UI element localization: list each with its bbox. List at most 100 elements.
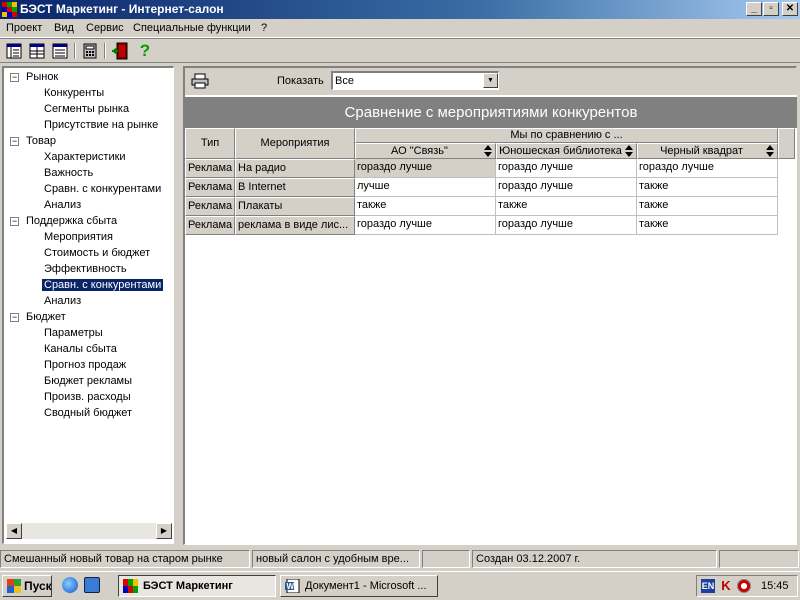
- taskbar-item-best-marketing[interactable]: БЭСТ Маркетинг: [118, 575, 276, 597]
- show-filter-dropdown[interactable]: Все ▼: [331, 71, 499, 90]
- collapse-icon[interactable]: −: [10, 313, 19, 322]
- row-type-cell[interactable]: Реклама: [185, 216, 235, 235]
- comparison-cell[interactable]: гораздо лучше: [355, 159, 496, 178]
- sort-icon[interactable]: [766, 145, 774, 157]
- tree-item[interactable]: Конкуренты: [4, 86, 172, 102]
- menu-help[interactable]: ?: [261, 22, 267, 34]
- tree-item[interactable]: Прогноз продаж: [4, 358, 172, 374]
- tree-item[interactable]: Анализ: [4, 294, 172, 310]
- tree-item-label: Бюджет рекламы: [44, 375, 133, 387]
- comparison-cell[interactable]: гораздо лучше: [496, 159, 637, 178]
- comparison-cell[interactable]: гораздо лучше: [496, 216, 637, 235]
- print-icon[interactable]: [191, 73, 209, 89]
- column-header-competitor[interactable]: АО "Связь": [355, 143, 496, 159]
- table-view-icon[interactable]: [28, 42, 46, 60]
- row-type-cell[interactable]: Реклама: [185, 197, 235, 216]
- comparison-cell[interactable]: гораздо лучше: [637, 159, 778, 178]
- menu-special-functions[interactable]: Специальные функции: [133, 22, 251, 34]
- tree-item[interactable]: Каналы сбыта: [4, 342, 172, 358]
- menu-view[interactable]: Вид: [54, 22, 74, 34]
- collapse-icon[interactable]: −: [10, 217, 19, 226]
- tree-group[interactable]: − Рынок: [4, 70, 172, 86]
- comparison-cell[interactable]: также: [637, 216, 778, 235]
- tree-item-label: Анализ: [44, 295, 82, 307]
- status-extra: [719, 550, 799, 568]
- column-header-event[interactable]: Мероприятия: [235, 128, 355, 159]
- tree-item[interactable]: Сравн. с конкурентами: [4, 278, 172, 294]
- show-desktop-icon[interactable]: [84, 577, 100, 593]
- tree-item[interactable]: Эффективность: [4, 262, 172, 278]
- column-header-competitor[interactable]: Юношеская библиотека: [496, 143, 637, 159]
- row-type-cell[interactable]: Реклама: [185, 159, 235, 178]
- comparison-cell[interactable]: также: [496, 197, 637, 216]
- tree-item-label: Сводный бюджет: [44, 407, 133, 419]
- tree-item[interactable]: Характеристики: [4, 150, 172, 166]
- calculator-icon[interactable]: [81, 42, 99, 60]
- tree-item[interactable]: Стоимость и бюджет: [4, 246, 172, 262]
- scroll-left-icon[interactable]: ◀: [6, 523, 22, 539]
- tree-group[interactable]: − Поддержка сбыта: [4, 214, 172, 230]
- comparison-cell[interactable]: лучше: [355, 178, 496, 197]
- row-type-cell[interactable]: Реклама: [185, 178, 235, 197]
- tree-view-icon[interactable]: [5, 42, 23, 60]
- sort-icon[interactable]: [625, 145, 633, 157]
- content-toolbar: Показать Все ▼: [185, 68, 797, 95]
- tree-item[interactable]: Сравн. с конкурентами: [4, 182, 172, 198]
- start-button[interactable]: Пуск: [2, 575, 52, 597]
- tree-item-label: Мероприятия: [44, 231, 113, 243]
- tree-item[interactable]: Сегменты рынка: [4, 102, 172, 118]
- row-event-cell[interactable]: Плакаты: [235, 197, 355, 216]
- comparison-cell[interactable]: также: [637, 178, 778, 197]
- list-view-icon[interactable]: [51, 42, 69, 60]
- show-filter-label: Показать: [277, 75, 324, 87]
- competitor-name: АО "Связь": [391, 145, 448, 157]
- tree-item[interactable]: Произв. расходы: [4, 390, 172, 406]
- tree-group[interactable]: − Товар: [4, 134, 172, 150]
- scroll-right-icon[interactable]: ▶: [156, 523, 172, 539]
- network-status-icon[interactable]: [737, 579, 751, 593]
- row-event-cell[interactable]: реклама в виде лис...: [235, 216, 355, 235]
- internet-explorer-icon[interactable]: [62, 577, 78, 593]
- tree-item[interactable]: Анализ: [4, 198, 172, 214]
- window-title: БЭСТ Маркетинг - Интернет-салон: [20, 2, 224, 16]
- taskbar-item-word-document[interactable]: W Документ1 - Microsoft ...: [280, 575, 438, 597]
- sort-icon[interactable]: [484, 145, 492, 157]
- tree-item-label: Прогноз продаж: [44, 359, 127, 371]
- close-button[interactable]: ✕: [782, 2, 798, 16]
- column-header-type[interactable]: Тип: [185, 128, 235, 159]
- comparison-cell[interactable]: гораздо лучше: [355, 216, 496, 235]
- maximize-button[interactable]: ▫: [763, 2, 779, 16]
- tree-item[interactable]: Сводный бюджет: [4, 406, 172, 422]
- column-header-competitor[interactable]: Черный квадрат: [637, 143, 778, 159]
- comparison-cell[interactable]: гораздо лучше: [496, 178, 637, 197]
- row-event-cell[interactable]: В Internet: [235, 178, 355, 197]
- menu-bar: Проект Вид Сервис Специальные функции ?: [0, 19, 800, 38]
- tree-item[interactable]: Важность: [4, 166, 172, 182]
- tree-item-label: Эффективность: [44, 263, 127, 275]
- tree-item[interactable]: Бюджет рекламы: [4, 374, 172, 390]
- tree-item[interactable]: Присутствие на рынке: [4, 118, 172, 134]
- language-indicator[interactable]: EN: [701, 579, 715, 593]
- comparison-cell[interactable]: также: [355, 197, 496, 216]
- tree-group[interactable]: − Бюджет: [4, 310, 172, 326]
- help-icon[interactable]: ?: [136, 42, 154, 60]
- menu-project[interactable]: Проект: [6, 22, 42, 34]
- app-logo-icon: [123, 579, 139, 593]
- status-created-date: Создан 03.12.2007 г.: [472, 550, 717, 568]
- app-logo-icon: [2, 2, 17, 17]
- tree-item[interactable]: Мероприятия: [4, 230, 172, 246]
- status-project: новый салон с удобным вре...: [252, 550, 420, 568]
- tree-horizontal-scrollbar[interactable]: ◀ ▶: [6, 523, 172, 539]
- minimize-button[interactable]: _: [746, 2, 762, 16]
- chevron-down-icon[interactable]: ▼: [483, 73, 498, 88]
- tree-item[interactable]: Параметры: [4, 326, 172, 342]
- exit-door-icon[interactable]: [111, 42, 129, 60]
- row-event-cell[interactable]: На радио: [235, 159, 355, 178]
- menu-service[interactable]: Сервис: [86, 22, 124, 34]
- comparison-cell[interactable]: также: [637, 197, 778, 216]
- status-bar: Смешанный новый товар на старом рынке но…: [0, 549, 800, 569]
- collapse-icon[interactable]: −: [10, 73, 19, 82]
- antivirus-icon[interactable]: K: [719, 579, 733, 593]
- collapse-icon[interactable]: −: [10, 137, 19, 146]
- window-titlebar[interactable]: БЭСТ Маркетинг - Интернет-салон _ ▫ ✕: [0, 0, 800, 19]
